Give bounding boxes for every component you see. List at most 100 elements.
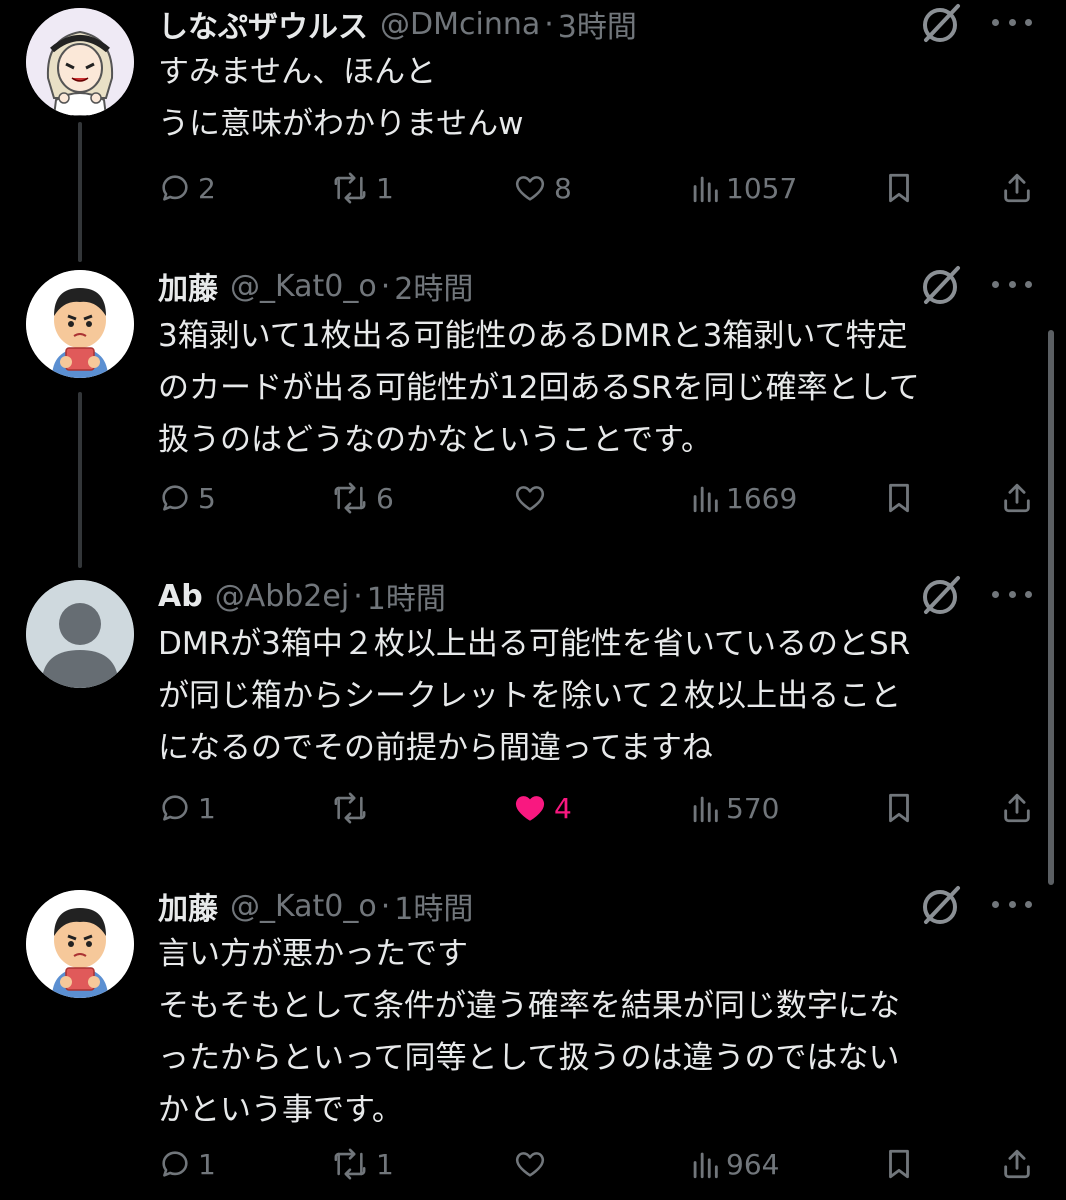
- scrollbar[interactable]: [1048, 330, 1054, 885]
- post-text: すみません、ほんと うに意味がわかりませんw: [158, 54, 524, 142]
- like-button[interactable]: [512, 474, 554, 522]
- like-count: 4: [554, 791, 572, 825]
- user-handle[interactable]: @DMcinna: [380, 7, 540, 42]
- share-button[interactable]: [1000, 474, 1034, 522]
- more-options-icon[interactable]: [992, 584, 1032, 604]
- grok-icon[interactable]: [918, 262, 964, 308]
- reply-icon: [158, 791, 192, 825]
- view-count: 1669: [726, 481, 798, 515]
- display-name[interactable]: Ab: [158, 579, 203, 614]
- repost-icon: [330, 171, 370, 205]
- reply-button[interactable]: 2: [158, 164, 216, 212]
- separator-dot: ·: [380, 268, 391, 304]
- separator-dot: ·: [380, 888, 391, 924]
- share-button[interactable]: [1000, 1140, 1034, 1188]
- bookmark-button[interactable]: [884, 474, 914, 522]
- timestamp[interactable]: 3時間: [558, 2, 637, 46]
- grok-icon[interactable]: [918, 882, 964, 928]
- display-name[interactable]: しなぷザウルス: [158, 2, 368, 46]
- timestamp[interactable]: 1時間: [394, 884, 473, 928]
- post-header: 加藤 @_Kat0_o · 2時間: [158, 264, 473, 308]
- bookmark-button[interactable]: [884, 784, 914, 832]
- user-handle[interactable]: @Abb2ej: [215, 579, 350, 614]
- post-text: 言い方が悪かったです そもそもとして条件が違う確率を結果が同じ数字にな ったから…: [158, 936, 900, 1128]
- grok-icon[interactable]: [918, 572, 964, 618]
- timestamp[interactable]: 2時間: [394, 264, 473, 308]
- repost-count: 1: [376, 171, 394, 205]
- action-bar: 2 1 8 1057: [0, 164, 1066, 212]
- action-bar: 1 1 964: [0, 1140, 1066, 1188]
- repost-icon: [330, 791, 370, 825]
- repost-button[interactable]: 1: [330, 1140, 394, 1188]
- repost-icon: [330, 481, 370, 515]
- separator-dot: ·: [353, 578, 363, 614]
- avatar[interactable]: [26, 8, 134, 116]
- repost-icon: [330, 1147, 370, 1181]
- timestamp[interactable]: 1時間: [367, 574, 446, 618]
- display-name[interactable]: 加藤: [158, 884, 218, 928]
- reply-button[interactable]: 1: [158, 1140, 216, 1188]
- heart-icon: [512, 1147, 548, 1181]
- bookmark-icon: [884, 171, 914, 205]
- view-count: 964: [726, 1147, 780, 1181]
- reply-button[interactable]: 5: [158, 474, 216, 522]
- post-header: Ab @Abb2ej · 1時間: [158, 574, 446, 618]
- share-icon: [1000, 791, 1034, 825]
- view-count: 570: [726, 791, 780, 825]
- views-icon: [690, 171, 720, 205]
- like-count: 8: [554, 171, 572, 205]
- more-options-icon[interactable]: [992, 894, 1032, 914]
- avatar[interactable]: [26, 890, 134, 998]
- heart-icon: [512, 171, 548, 205]
- bookmark-icon: [884, 1147, 914, 1181]
- view-count: 1057: [726, 171, 798, 205]
- grok-icon[interactable]: [918, 0, 964, 46]
- avatar[interactable]: [26, 580, 134, 688]
- reply-button[interactable]: 1: [158, 784, 216, 832]
- user-handle[interactable]: @_Kat0_o: [230, 889, 377, 924]
- reply-icon: [158, 481, 192, 515]
- display-name[interactable]: 加藤: [158, 264, 218, 308]
- reply-count: 2: [198, 171, 216, 205]
- more-options-icon[interactable]: [992, 274, 1032, 294]
- repost-button[interactable]: [330, 784, 376, 832]
- views-button[interactable]: 1669: [690, 474, 797, 522]
- repost-button[interactable]: 1: [330, 164, 394, 212]
- bookmark-button[interactable]: [884, 1140, 914, 1188]
- share-icon: [1000, 1147, 1034, 1181]
- views-button[interactable]: 570: [690, 784, 779, 832]
- views-icon: [690, 481, 720, 515]
- reply-count: 5: [198, 481, 216, 515]
- avatar[interactable]: [26, 270, 134, 378]
- views-button[interactable]: 964: [690, 1140, 779, 1188]
- share-icon: [1000, 481, 1034, 515]
- post-text: 3箱剥いて1枚出る可能性のあるDMRと3箱剥いて特定 のカードが出る可能性が12…: [158, 318, 920, 458]
- more-options-icon[interactable]: [992, 12, 1032, 32]
- heart-icon: [512, 481, 548, 515]
- post-header: しなぷザウルス @DMcinna · 3時間: [158, 2, 637, 46]
- user-handle[interactable]: @_Kat0_o: [230, 269, 377, 304]
- post-text: DMRが3箱中２枚以上出る可能性を省いているのとSR が同じ箱からシークレットを…: [158, 626, 911, 766]
- reply-icon: [158, 171, 192, 205]
- share-icon: [1000, 171, 1034, 205]
- share-button[interactable]: [1000, 784, 1034, 832]
- bookmark-icon: [884, 791, 914, 825]
- share-button[interactable]: [1000, 164, 1034, 212]
- post-header: 加藤 @_Kat0_o · 1時間: [158, 884, 473, 928]
- bookmark-icon: [884, 481, 914, 515]
- views-button[interactable]: 1057: [690, 164, 797, 212]
- repost-count: 1: [376, 1147, 394, 1181]
- action-bar: 1 4 570: [0, 784, 1066, 832]
- reply-icon: [158, 1147, 192, 1181]
- bookmark-button[interactable]: [884, 164, 914, 212]
- like-button[interactable]: [512, 1140, 554, 1188]
- repost-count: 6: [376, 481, 394, 515]
- repost-button[interactable]: 6: [330, 474, 394, 522]
- heart-icon: [512, 791, 548, 825]
- like-button[interactable]: 8: [512, 164, 572, 212]
- reply-count: 1: [198, 1147, 216, 1181]
- views-icon: [690, 791, 720, 825]
- separator-dot: ·: [544, 6, 554, 42]
- like-button[interactable]: 4: [512, 784, 572, 832]
- action-bar: 5 6 1669: [0, 474, 1066, 522]
